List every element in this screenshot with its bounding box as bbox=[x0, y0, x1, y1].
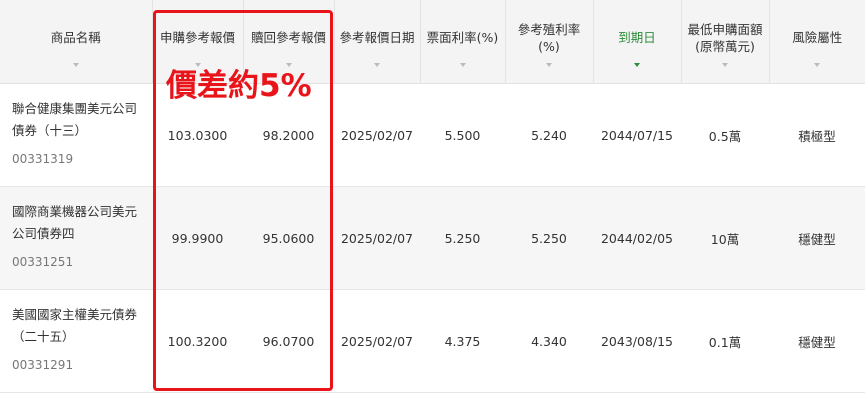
coupon-rate-cell: 5.250 bbox=[420, 186, 505, 290]
product-cell[interactable]: 聯合健康集團美元公司債券（十三） 00331319 bbox=[0, 83, 152, 187]
risk-cell: 穩健型 bbox=[769, 186, 865, 290]
maturity-cell: 2044/07/15 bbox=[593, 83, 681, 187]
sort-arrow-active-icon bbox=[634, 63, 640, 67]
product-name[interactable]: 美國國家主權美元債券（二十五） bbox=[12, 304, 142, 348]
sort-arrow-icon bbox=[814, 63, 821, 67]
maturity-cell: 2044/02/05 bbox=[593, 186, 681, 290]
coupon-rate-cell: 5.500 bbox=[420, 83, 505, 187]
table-row[interactable]: 聯合健康集團美元公司債券（十三） 00331319 103.0300 98.200… bbox=[0, 83, 865, 187]
quote-date-cell: 2025/02/07 bbox=[334, 83, 420, 187]
sort-arrow-icon bbox=[72, 63, 79, 67]
risk-cell: 積極型 bbox=[769, 83, 865, 187]
sort-arrow-icon bbox=[459, 63, 466, 67]
product-name[interactable]: 聯合健康集團美元公司債券（十三） bbox=[12, 98, 142, 142]
redeem-price-cell: 96.0700 bbox=[243, 289, 334, 393]
product-code: 00331291 bbox=[12, 358, 74, 372]
redeem-price-cell: 95.0600 bbox=[243, 186, 334, 290]
product-code: 00331251 bbox=[12, 255, 74, 269]
sort-arrow-icon bbox=[546, 63, 552, 67]
min-amount-cell: 0.1萬 bbox=[681, 289, 769, 393]
yield-cell: 4.340 bbox=[505, 289, 593, 393]
product-name[interactable]: 國際商業機器公司美元公司債券四 bbox=[12, 201, 142, 245]
table-row[interactable]: 國際商業機器公司美元公司債券四 00331251 99.9900 95.0600 … bbox=[0, 186, 865, 290]
bond-quote-table: 商品名稱 申購參考報價 贖回參考報價 參考報價日期 票面利率(%) 參考殖利率(… bbox=[0, 0, 865, 393]
quote-date-cell: 2025/02/07 bbox=[334, 289, 420, 393]
maturity-cell: 2043/08/15 bbox=[593, 289, 681, 393]
risk-cell: 穩健型 bbox=[769, 289, 865, 393]
column-header-product-name[interactable]: 商品名稱 bbox=[0, 0, 153, 84]
table-header-row: 商品名稱 申購參考報價 贖回參考報價 參考報價日期 票面利率(%) 參考殖利率(… bbox=[0, 0, 865, 84]
column-header-maturity[interactable]: 到期日 bbox=[593, 0, 682, 84]
column-header-quote-date[interactable]: 參考報價日期 bbox=[334, 0, 421, 84]
quote-date-cell: 2025/02/07 bbox=[334, 186, 420, 290]
coupon-rate-cell: 4.375 bbox=[420, 289, 505, 393]
product-code: 00331319 bbox=[12, 152, 74, 166]
sort-arrow-icon bbox=[722, 63, 728, 67]
buy-price-cell: 100.3200 bbox=[152, 289, 243, 393]
column-header-min-amount[interactable]: 最低申購面額 (原幣萬元) bbox=[681, 0, 770, 84]
product-cell[interactable]: 國際商業機器公司美元公司債券四 00331251 bbox=[0, 186, 152, 290]
column-header-yield[interactable]: 參考殖利率(%) bbox=[505, 0, 594, 84]
product-cell[interactable]: 美國國家主權美元債券（二十五） 00331291 bbox=[0, 289, 152, 393]
yield-cell: 5.240 bbox=[505, 83, 593, 187]
yield-cell: 5.250 bbox=[505, 186, 593, 290]
min-amount-cell: 10萬 bbox=[681, 186, 769, 290]
sort-arrow-icon bbox=[374, 63, 380, 67]
table-row[interactable]: 美國國家主權美元債券（二十五） 00331291 100.3200 96.0700… bbox=[0, 289, 865, 393]
column-header-coupon-rate[interactable]: 票面利率(%) bbox=[420, 0, 506, 84]
price-spread-annotation: 價差約5% bbox=[166, 68, 312, 104]
buy-price-cell: 99.9900 bbox=[152, 186, 243, 290]
column-header-risk[interactable]: 風險屬性 bbox=[769, 0, 865, 84]
min-amount-cell: 0.5萬 bbox=[681, 83, 769, 187]
